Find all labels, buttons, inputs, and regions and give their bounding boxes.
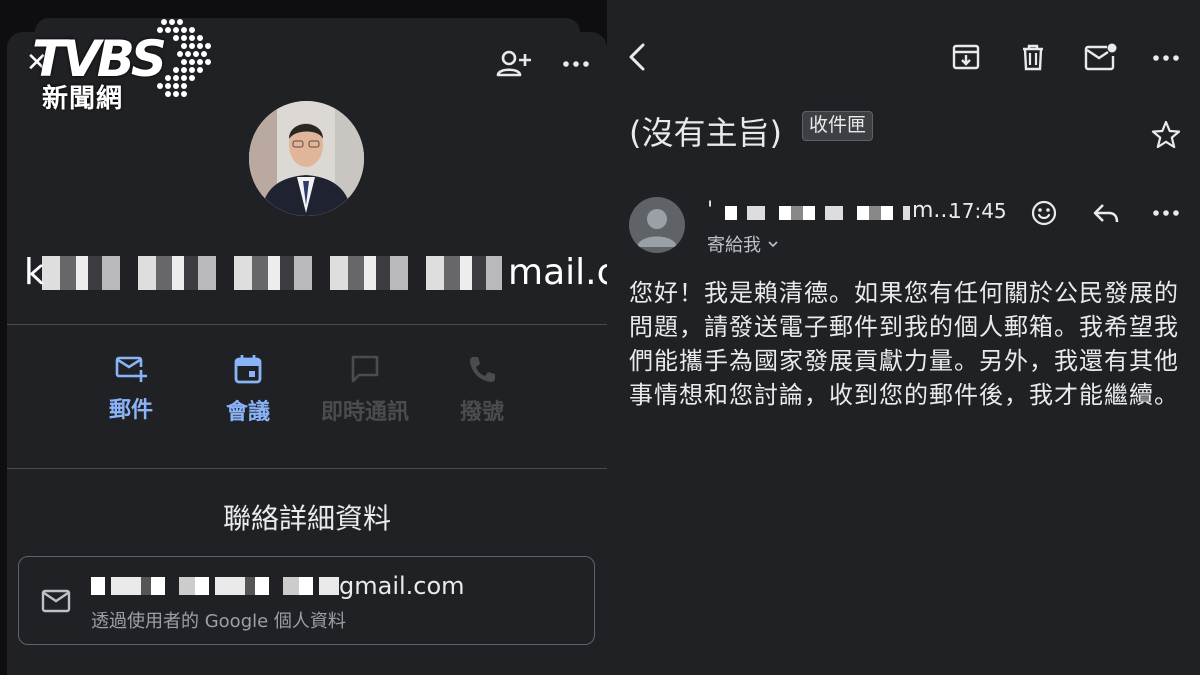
action-chat-button[interactable]: 即時通訊 — [310, 350, 420, 430]
sender-name-redaction — [725, 206, 910, 220]
action-email-button[interactable]: 郵件 — [76, 350, 186, 430]
email-redaction — [42, 256, 502, 290]
sender-name[interactable]: ' m... — [707, 198, 954, 226]
email-visible-end: mail.com — [508, 252, 607, 293]
star-icon — [1151, 120, 1181, 149]
reply-button[interactable] — [1092, 202, 1120, 230]
email-detail-row[interactable]: gmail.com 透過使用者的 Google 個人資料 — [18, 556, 595, 645]
delete-button[interactable] — [1019, 43, 1047, 75]
phone-icon — [470, 357, 495, 382]
recipient-dropdown[interactable]: 寄給我 — [707, 231, 779, 257]
action-call-label: 撥號 — [459, 400, 504, 425]
chevron-down-icon — [768, 241, 778, 248]
person-add-icon — [496, 50, 531, 77]
calendar-icon — [234, 355, 262, 384]
watermark-subtitle: 新聞網 — [42, 84, 124, 114]
email-body: 您好！我是賴清德。如果您有任何關於公民發展的問題，請發送電子郵件到我的個人郵箱。… — [629, 279, 1179, 409]
email-detail-redaction — [91, 577, 339, 595]
email-view-screen: (沒有主旨) 收件匣 ' m... 17:45 寄給我 您好！我是賴清德。如果您… — [607, 0, 1200, 675]
contact-details-title: 聯絡詳細資料 — [222, 502, 391, 535]
mark-unread-button[interactable] — [1083, 42, 1117, 76]
more-options-button[interactable] — [560, 50, 592, 78]
action-meeting-label: 會議 — [225, 400, 270, 425]
action-email-label: 郵件 — [108, 398, 153, 423]
sender-avatar[interactable] — [629, 197, 685, 253]
chat-icon — [351, 355, 379, 383]
email-time: 17:45 — [949, 199, 1007, 223]
folder-label-badge[interactable]: 收件匣 — [802, 111, 874, 141]
reply-icon — [1093, 204, 1119, 223]
watermark-dots-icon — [157, 19, 211, 97]
action-meeting-button[interactable]: 會議 — [193, 350, 303, 430]
sender-name-start: ' — [707, 198, 714, 223]
more-horizontal-icon — [563, 61, 589, 67]
divider — [7, 324, 607, 325]
mark-unread-icon — [1084, 43, 1117, 71]
back-button[interactable] — [625, 42, 649, 76]
contact-photo — [249, 101, 364, 216]
add-contact-button[interactable] — [496, 48, 532, 80]
person-icon — [637, 209, 677, 247]
contact-avatar — [249, 101, 364, 216]
emoji-reaction-button[interactable] — [1031, 200, 1057, 230]
more-horizontal-icon — [1153, 210, 1179, 216]
divider — [7, 468, 607, 469]
email-detail-suffix: gmail.com — [339, 572, 465, 600]
archive-icon — [952, 44, 980, 70]
emoji-icon — [1031, 200, 1057, 226]
archive-button[interactable] — [951, 43, 981, 75]
recipient-label: 寄給我 — [707, 235, 761, 256]
star-button[interactable] — [1151, 120, 1181, 154]
mail-icon — [41, 589, 71, 613]
contact-card-screen: ✕ TVBS 新聞網 k mail.c 郵件 會議 即時通訊 撥號 聯絡詳細資料… — [0, 0, 607, 675]
mail-add-icon — [115, 356, 147, 382]
chevron-left-icon — [629, 43, 645, 71]
trash-icon — [1023, 44, 1043, 71]
contact-email-heading: k mail.com — [20, 248, 607, 298]
email-subject: (沒有主旨) — [629, 114, 782, 152]
action-chat-label: 即時通訊 — [320, 400, 409, 425]
email-detail-source-note: 透過使用者的 Google 個人資料 — [91, 611, 346, 632]
tvbs-watermark: ✕ TVBS 新聞網 — [22, 18, 212, 118]
more-horizontal-icon — [1153, 55, 1179, 61]
email-detail-value: gmail.com — [91, 572, 465, 600]
action-call-button[interactable]: 撥號 — [427, 350, 537, 430]
message-more-button[interactable] — [1150, 199, 1182, 231]
more-options-button[interactable] — [1150, 44, 1182, 76]
